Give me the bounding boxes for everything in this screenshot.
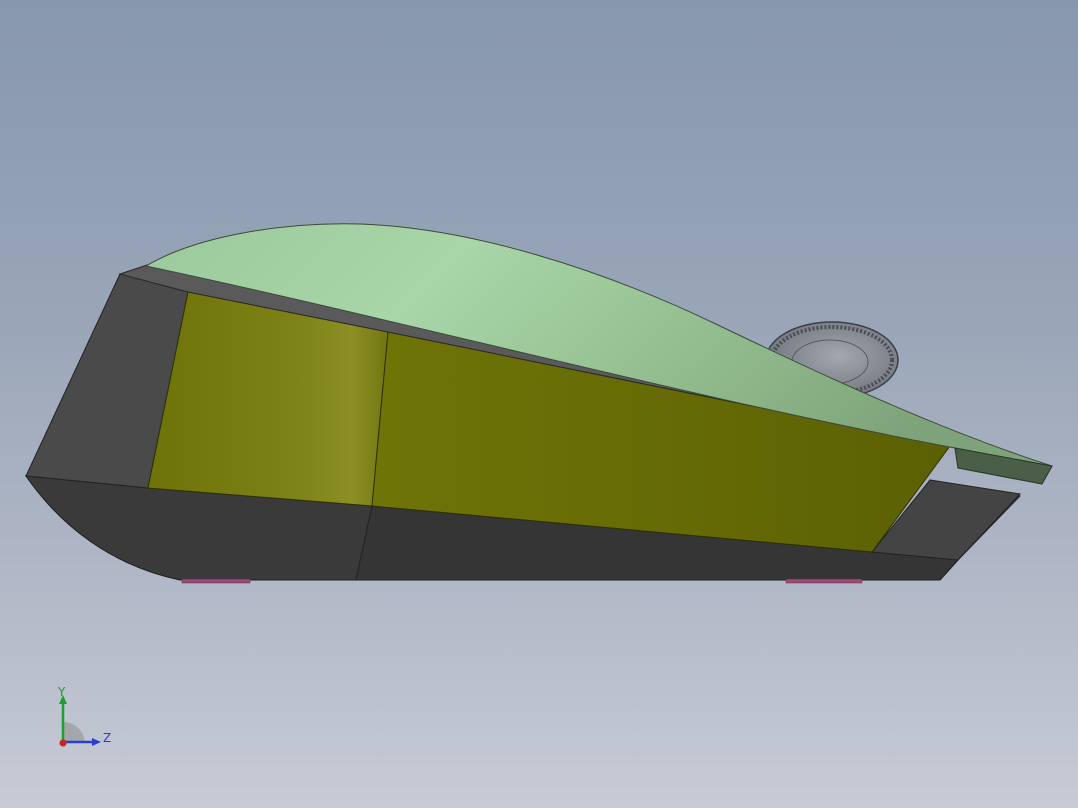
foot-front	[181, 578, 251, 584]
y-axis-label: Y	[58, 685, 66, 699]
triad-sector	[63, 721, 85, 742]
mouse-model[interactable]	[0, 0, 1078, 808]
z-axis-arrowhead	[92, 738, 101, 746]
axis-triad[interactable]: Y Z	[50, 684, 120, 754]
foot-rear	[785, 578, 863, 584]
z-axis-label: Z	[103, 731, 112, 745]
3d-viewport[interactable]: Y Z	[0, 0, 1078, 808]
x-axis-dot	[59, 739, 67, 747]
